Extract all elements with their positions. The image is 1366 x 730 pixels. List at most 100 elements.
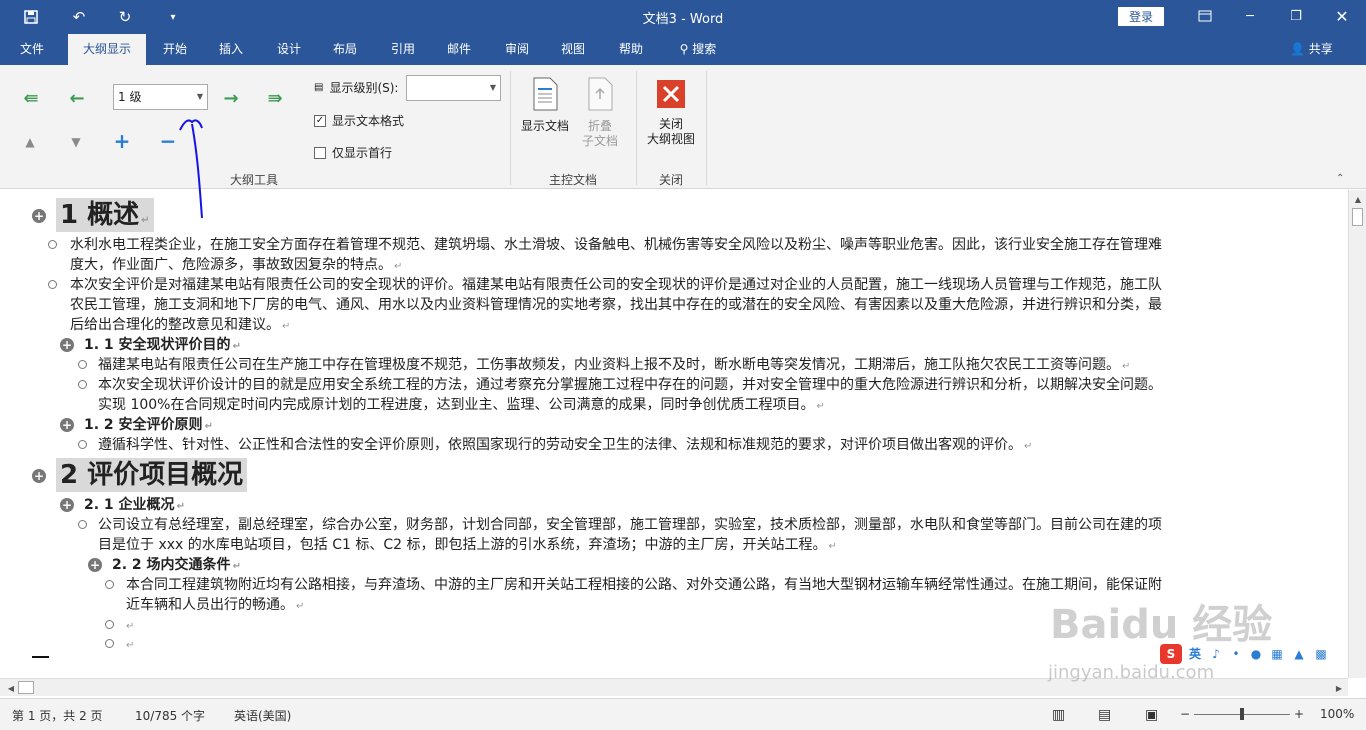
expand-heading-icon[interactable]: + bbox=[32, 469, 46, 483]
read-mode-icon[interactable]: ▥ bbox=[1052, 707, 1065, 723]
login-button[interactable]: 登录 bbox=[1118, 7, 1164, 26]
ime-toolbar[interactable]: S 英 ♪ • ● ▦ ▲ ▩ bbox=[1160, 642, 1330, 666]
tab-layout[interactable]: 布局 bbox=[324, 34, 366, 65]
toolbox-icon[interactable]: ▩ bbox=[1312, 644, 1330, 664]
chevron-down-icon: ▼ bbox=[196, 92, 203, 101]
share-button[interactable]: 👤 共享 bbox=[1290, 34, 1333, 65]
zoom-slider-thumb[interactable] bbox=[1240, 708, 1244, 720]
body-text-line: 实现 100%在合同规定时间内完成原计划的工程进度，达到业主、监理、公司满意的成… bbox=[98, 395, 825, 415]
show-document-button[interactable]: 显示文档 bbox=[516, 77, 574, 134]
tab-insert[interactable]: 插入 bbox=[210, 34, 252, 65]
paragraph-mark: ↵ bbox=[126, 640, 135, 651]
page-count[interactable]: 第 1 页，共 2 页 bbox=[12, 707, 103, 724]
body-text: 目是位于 xxx 的水库电站项目，包括 C1 标、C2 标，即包括上游的引水系统… bbox=[98, 537, 827, 553]
sogou-logo-icon: S bbox=[1160, 644, 1182, 664]
half-width-icon[interactable]: ♪ bbox=[1208, 644, 1224, 664]
collapse-ribbon-icon[interactable]: ⌃ bbox=[1336, 173, 1344, 184]
expand-heading-icon[interactable]: + bbox=[88, 558, 102, 572]
show-first-line-checkbox[interactable]: 仅显示首行 bbox=[314, 144, 392, 161]
horizontal-scrollbar[interactable]: ◀ ▶ bbox=[0, 678, 1348, 696]
keyboard-icon[interactable]: ▦ bbox=[1268, 644, 1286, 664]
move-down-icon[interactable]: ▼ bbox=[64, 131, 88, 153]
save-icon[interactable] bbox=[18, 6, 44, 28]
expand-heading-icon[interactable]: + bbox=[60, 338, 74, 352]
punctuation-icon[interactable]: • bbox=[1228, 644, 1244, 664]
paragraph-mark: ↵ bbox=[141, 215, 150, 226]
expand-heading-icon[interactable]: + bbox=[32, 209, 46, 223]
paragraph-mark: ↵ bbox=[828, 541, 837, 552]
tab-design[interactable]: 设计 bbox=[268, 34, 310, 65]
body-bullet bbox=[78, 380, 87, 389]
customize-quick-access-icon[interactable]: ▾ bbox=[160, 6, 186, 28]
promote-icon[interactable]: ← bbox=[64, 87, 90, 109]
move-up-icon[interactable]: ▲ bbox=[18, 131, 42, 153]
vertical-scrollbar[interactable]: ▲ bbox=[1348, 190, 1366, 678]
expand-heading-icon[interactable]: + bbox=[60, 498, 74, 512]
microphone-icon[interactable]: ● bbox=[1248, 644, 1264, 664]
print-layout-icon[interactable]: ▤ bbox=[1098, 707, 1111, 723]
collapse-icon[interactable]: − bbox=[156, 129, 180, 153]
master-document-group-label: 主控文档 bbox=[548, 173, 597, 187]
zoom-in-icon[interactable]: + bbox=[1294, 707, 1304, 721]
tab-outline[interactable]: 大纲显示 bbox=[68, 34, 146, 65]
ribbon-display-options-icon[interactable] bbox=[1185, 4, 1225, 28]
heading-3: 2. 2 场内交通条件 ↵ bbox=[112, 555, 241, 575]
body-bullet bbox=[105, 639, 114, 648]
demote-to-body-icon[interactable]: ⇛ bbox=[262, 87, 288, 109]
paragraph-mark: ↵ bbox=[232, 561, 241, 572]
demote-icon[interactable]: → bbox=[218, 87, 244, 109]
skin-icon[interactable]: ▲ bbox=[1290, 644, 1308, 664]
close-red-icon bbox=[657, 80, 685, 108]
ribbon-outline: ⇚ ← 1 级 ▼ → ⇛ ▲ ▼ + − ▤ 显示级别(S): ▼ ✓ 显示文… bbox=[0, 65, 1366, 189]
paragraph-mark: ↵ bbox=[204, 421, 213, 432]
zoom-level[interactable]: 100% bbox=[1320, 707, 1354, 721]
tab-mailings[interactable]: 邮件 bbox=[438, 34, 480, 65]
heading-1-project: 2 评价项目概况 bbox=[56, 458, 248, 492]
scroll-up-icon[interactable]: ▲ bbox=[1351, 192, 1365, 206]
show-level-control: ▤ 显示级别(S): bbox=[314, 79, 398, 96]
heading-text: 1. 2 安全评价原则 bbox=[84, 417, 203, 433]
show-level-icon: ▤ bbox=[314, 82, 324, 93]
web-layout-icon[interactable]: ▣ bbox=[1145, 707, 1158, 723]
close-window-icon[interactable]: ✕ bbox=[1322, 4, 1362, 28]
scroll-right-icon[interactable]: ▶ bbox=[1332, 681, 1346, 695]
scroll-thumb[interactable] bbox=[18, 681, 34, 694]
tab-view[interactable]: 视图 bbox=[552, 34, 594, 65]
tab-review[interactable]: 审阅 bbox=[496, 34, 538, 65]
expand-heading-icon[interactable]: + bbox=[60, 418, 74, 432]
scroll-left-icon[interactable]: ◀ bbox=[4, 681, 18, 695]
ime-language[interactable]: 英 bbox=[1186, 644, 1204, 664]
tab-help[interactable]: 帮助 bbox=[610, 34, 652, 65]
heading-text: 2. 1 企业概况 bbox=[84, 497, 175, 513]
body-text-line: 目是位于 xxx 的水库电站项目，包括 C1 标、C2 标，即包括上游的引水系统… bbox=[98, 535, 837, 555]
body-text-line: 本合同工程建筑物附近均有公路相接，与弃渣场、中游的主厂房和开关站工程相接的公路、… bbox=[126, 577, 1162, 593]
tab-file[interactable]: 文件 bbox=[10, 34, 54, 65]
close-outline-view-button[interactable]: 关闭 大纲视图 bbox=[642, 79, 700, 147]
promote-to-heading1-icon[interactable]: ⇚ bbox=[18, 87, 44, 109]
show-level-select[interactable]: ▼ bbox=[406, 75, 501, 101]
expand-icon[interactable]: + bbox=[110, 129, 134, 153]
tab-references[interactable]: 引用 bbox=[382, 34, 424, 65]
outline-level-select[interactable]: 1 级 ▼ bbox=[113, 84, 208, 110]
minimize-icon[interactable]: ─ bbox=[1230, 4, 1270, 28]
scroll-thumb[interactable] bbox=[1352, 208, 1363, 226]
body-bullet bbox=[105, 580, 114, 589]
tab-home[interactable]: 开始 bbox=[154, 34, 196, 65]
word-count[interactable]: 10/785 个字 bbox=[135, 707, 205, 724]
restore-icon[interactable]: ❐ bbox=[1276, 4, 1316, 28]
heading-2: 1. 1 安全现状评价目的 ↵ bbox=[84, 335, 241, 355]
document-icon bbox=[533, 77, 558, 111]
tab-search[interactable]: ⚲ 搜索 bbox=[672, 34, 724, 65]
collapse-subdocuments-button[interactable]: 折叠 子文档 bbox=[574, 77, 626, 149]
redo-icon[interactable]: ↻ bbox=[112, 6, 138, 28]
body-text: 度大，作业面广、危险源多，事故致因复杂的特点。 bbox=[70, 257, 392, 273]
zoom-out-icon[interactable]: − bbox=[1180, 707, 1190, 721]
heading-text: 2 评价项目概况 bbox=[60, 460, 244, 490]
document-area[interactable]: + 1 概述 ↵ 水利水电工程类企业，在施工安全方面存在着管理不规范、建筑坍塌、水… bbox=[0, 190, 1348, 678]
paragraph-mark: ↵ bbox=[394, 261, 403, 272]
show-text-format-checkbox[interactable]: ✓ 显示文本格式 bbox=[314, 112, 404, 129]
undo-icon[interactable]: ↶ bbox=[66, 6, 92, 28]
outline-level-value: 1 级 bbox=[118, 90, 142, 104]
language-status[interactable]: 英语(美国) bbox=[234, 707, 291, 724]
title-bar: ↶ ↻ ▾ 文档3 - Word 登录 ─ ❐ ✕ bbox=[0, 0, 1366, 34]
